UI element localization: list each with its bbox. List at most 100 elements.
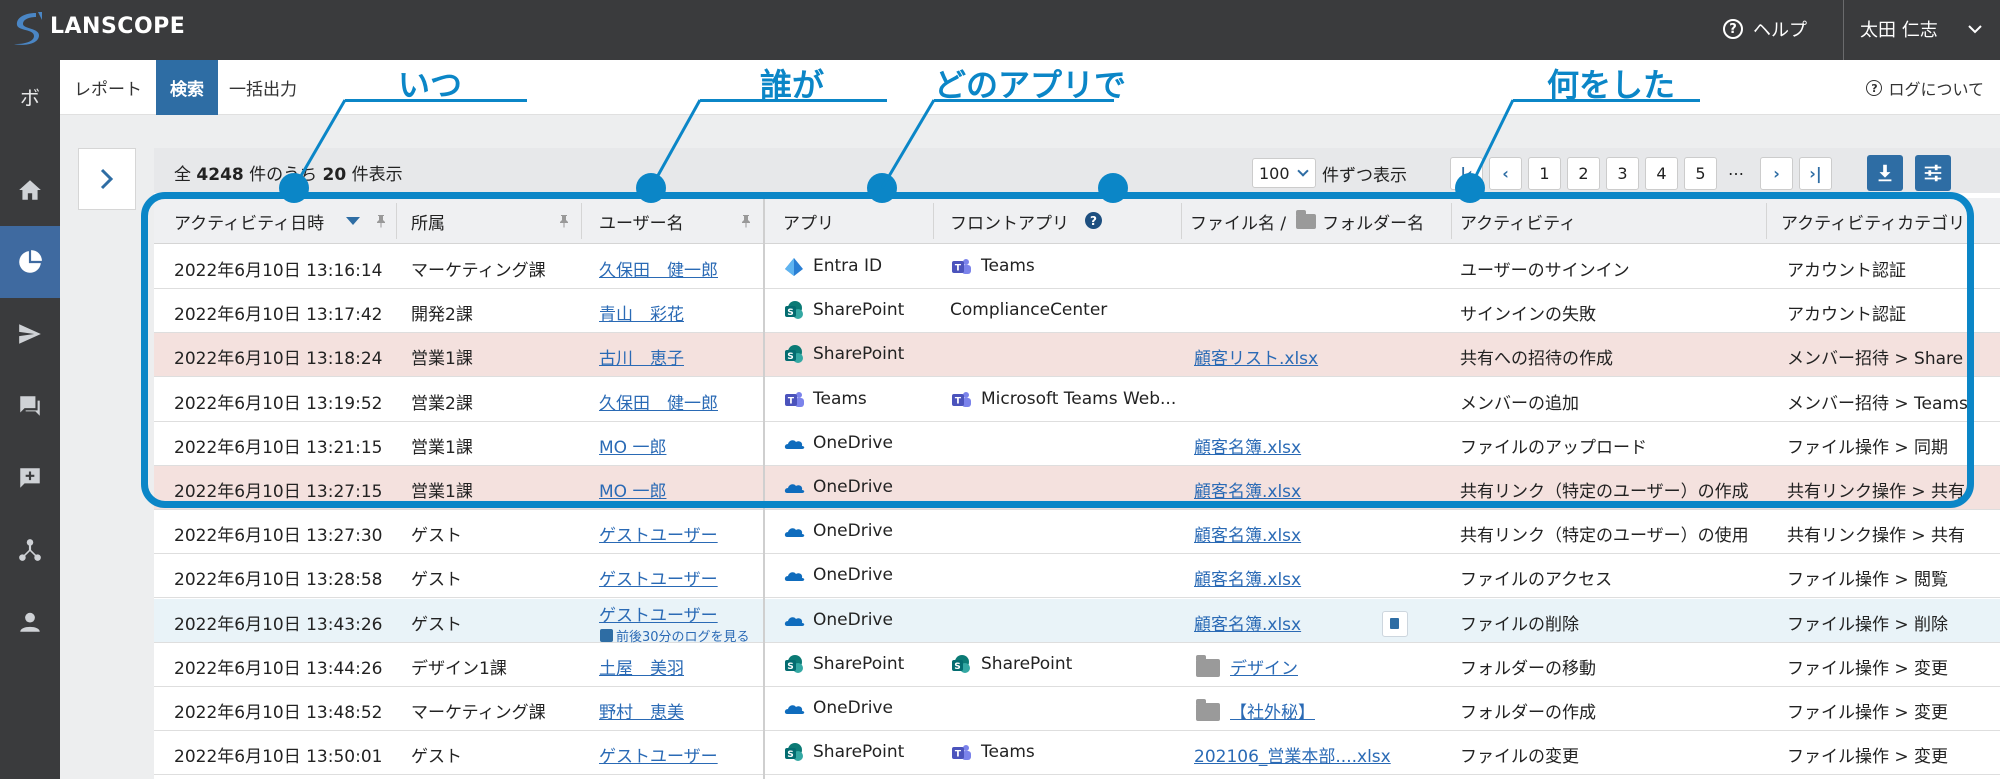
folder-icon: [1196, 655, 1220, 677]
cell-category: 共有リンク操作 > 共有: [1787, 526, 1966, 546]
sidebar-item-home[interactable]: [0, 154, 60, 226]
onedrive-icon: [783, 521, 805, 543]
onedrive-icon: [783, 565, 805, 587]
per-page-select[interactable]: 100: [1252, 158, 1316, 188]
cell-category: ファイル操作 > 変更: [1787, 659, 1949, 679]
file-link[interactable]: 顧客名簿.xlsx: [1194, 565, 1301, 590]
annotation-line: [700, 99, 887, 102]
file-link[interactable]: デザイン: [1230, 654, 1298, 679]
cell-activity: フォルダーの作成: [1460, 703, 1596, 723]
search-icon: [600, 629, 613, 642]
download-button[interactable]: [1867, 155, 1903, 191]
sharepoint-icon: S: [783, 742, 805, 764]
help-icon: ?: [1866, 80, 1883, 96]
cell-app: OneDrive: [813, 610, 893, 630]
page-4-button[interactable]: 4: [1645, 157, 1678, 190]
file-link[interactable]: 202106_営業本部....xlsx: [1194, 742, 1391, 767]
sharepoint-icon: S: [950, 654, 972, 676]
cell-app: SharePoint: [813, 654, 905, 674]
expand-filter-button[interactable]: [78, 148, 136, 210]
network-icon: [19, 539, 41, 561]
sidebar-item-top[interactable]: ボ: [0, 60, 60, 132]
cell-app: OneDrive: [813, 521, 893, 541]
lanscope-logo-icon: [14, 12, 42, 45]
download-icon: [1878, 164, 1892, 182]
sharepoint-icon: S: [783, 654, 805, 676]
cell-datetime: 2022年6月10日 13:27:30: [174, 526, 383, 546]
cell-activity: 共有リンク（特定のユーザー）の使用: [1460, 526, 1749, 546]
sidebar-item-reports[interactable]: [0, 226, 60, 298]
annotation-dot: [1098, 173, 1128, 203]
cell-dept: ゲスト: [411, 570, 462, 590]
sidebar-item-comment[interactable]: [0, 442, 60, 514]
pagination-ellipsis: …: [1728, 160, 1744, 179]
sidebar-item-user[interactable]: [0, 586, 60, 658]
about-label: ログについて: [1888, 80, 1984, 99]
page-2-button[interactable]: 2: [1567, 157, 1600, 190]
file-link[interactable]: 顧客名簿.xlsx: [1194, 610, 1301, 635]
onedrive-icon: [783, 698, 805, 720]
top-header: [0, 0, 2000, 60]
cell-front-app: Teams: [981, 742, 1035, 762]
cell-datetime: 2022年6月10日 13:48:52: [174, 703, 383, 723]
tab-search[interactable]: 検索: [156, 60, 218, 115]
copy-icon[interactable]: [1382, 611, 1408, 637]
cell-activity: ファイルのアクセス: [1460, 570, 1613, 590]
sidebar-item-send[interactable]: [0, 298, 60, 370]
user-link[interactable]: ゲストユーザー: [599, 742, 718, 767]
cell-datetime: 2022年6月10日 13:50:01: [174, 747, 383, 767]
sidebar-item-network[interactable]: [0, 514, 60, 586]
annotation-line: [934, 99, 1114, 102]
page-5-button[interactable]: 5: [1684, 157, 1717, 190]
settings-sliders-icon: [1924, 164, 1942, 182]
file-link[interactable]: 顧客名簿.xlsx: [1194, 521, 1301, 546]
cell-front-app: SharePoint: [981, 654, 1073, 674]
sidebar: ボ: [0, 60, 60, 779]
cell-category: ファイル操作 > 変更: [1787, 703, 1949, 723]
about-logs-link[interactable]: ? ログについて: [1866, 76, 1984, 100]
svg-text:S: S: [954, 662, 960, 672]
user-link[interactable]: 土屋 美羽: [599, 654, 684, 679]
user-name: 太田 仁志: [1860, 20, 1938, 41]
cell-datetime: 2022年6月10日 13:28:58: [174, 570, 383, 590]
cell-activity: フォルダーの移動: [1460, 659, 1596, 679]
tab-report[interactable]: レポート: [60, 60, 156, 115]
user-link[interactable]: 野村 恵美: [599, 698, 684, 723]
cell-activity: ファイルの削除: [1460, 615, 1579, 635]
annotation-dot: [636, 173, 666, 203]
page-1-button[interactable]: 1: [1528, 157, 1561, 190]
home-icon: [19, 180, 41, 200]
user-menu[interactable]: 太田 仁志: [1860, 16, 1982, 42]
cell-datetime: 2022年6月10日 13:43:26: [174, 615, 383, 635]
chevron-down-icon: [1968, 25, 1982, 34]
annotation-highlight-box: [141, 192, 1974, 508]
file-link[interactable]: 【社外秘】: [1230, 698, 1315, 723]
sidebar-item-chat[interactable]: [0, 370, 60, 442]
column-settings-button[interactable]: [1915, 155, 1951, 191]
annotation-line: [345, 99, 527, 102]
cell-app: SharePoint: [813, 742, 905, 762]
tab-bulk-export[interactable]: 一括出力: [218, 60, 308, 115]
cell-category: ファイル操作 > 変更: [1787, 747, 1949, 767]
chat-icon: [20, 396, 40, 416]
help-link[interactable]: ? ヘルプ: [1723, 16, 1807, 42]
user-link[interactable]: ゲストユーザー: [599, 521, 718, 546]
prev-page-button[interactable]: ‹: [1489, 157, 1522, 190]
sidebar-top-label: ボ: [20, 85, 40, 110]
cell-app: OneDrive: [813, 565, 893, 585]
cell-dept: ゲスト: [411, 747, 462, 767]
page-3-button[interactable]: 3: [1606, 157, 1639, 190]
cell-category: ファイル操作 > 削除: [1787, 615, 1949, 635]
user-link[interactable]: ゲストユーザー: [599, 601, 718, 626]
next-page-button[interactable]: ›: [1760, 157, 1793, 190]
annotation-line: [1513, 99, 1700, 102]
header-divider: [1843, 0, 1844, 60]
svg-text:S: S: [787, 662, 793, 672]
cell-dept: デザイン1課: [411, 659, 507, 679]
cell-datetime: 2022年6月10日 13:44:26: [174, 659, 383, 679]
per-page-label: 件ずつ表示: [1322, 166, 1407, 186]
user-link[interactable]: ゲストユーザー: [599, 565, 718, 590]
cell-dept: マーケティング課: [411, 703, 546, 723]
last-page-button[interactable]: ›|: [1799, 157, 1832, 190]
svg-text:T: T: [955, 750, 962, 760]
